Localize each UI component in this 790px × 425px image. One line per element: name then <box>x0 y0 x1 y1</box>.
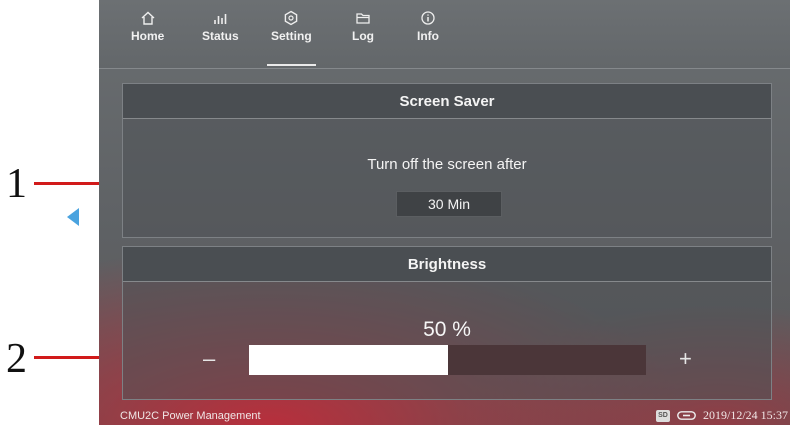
brightness-increase-button[interactable]: + <box>679 348 692 370</box>
connection-link-icon <box>677 411 696 420</box>
screen-saver-prompt: Turn off the screen after <box>367 156 527 173</box>
screen-saver-title: Screen Saver <box>123 84 771 119</box>
screen-saver-timeout-select[interactable]: 30 Min <box>396 191 502 217</box>
tab-setting-label: Setting <box>271 29 312 43</box>
brightness-panel: Brightness 50 % – + <box>122 246 772 400</box>
brightness-title: Brightness <box>123 247 771 282</box>
device-screen: Home Status Setting Log Info Screen Save… <box>99 0 790 425</box>
tab-home[interactable]: Home <box>131 10 164 60</box>
brightness-percent: 50 % <box>423 318 471 341</box>
tab-log-label: Log <box>352 29 374 43</box>
date-time: 2019/12/24 15:37 <box>702 408 788 422</box>
tab-status[interactable]: Status <box>202 10 239 60</box>
home-icon <box>141 11 155 25</box>
brightness-slider[interactable] <box>249 345 646 375</box>
info-icon <box>421 11 435 25</box>
screen-saver-panel: Screen Saver Turn off the screen after 3… <box>122 83 772 238</box>
tab-info[interactable]: Info <box>417 10 439 60</box>
sd-card-icon: SD <box>655 409 670 422</box>
previous-page-arrow-icon[interactable] <box>67 208 79 226</box>
tab-status-label: Status <box>202 29 239 43</box>
active-tab-indicator <box>267 64 316 66</box>
gear-icon <box>285 10 298 26</box>
callout-number-2: 2 <box>6 336 27 382</box>
tab-home-label: Home <box>131 29 165 43</box>
tab-setting[interactable]: Setting <box>267 10 316 66</box>
top-navigation: Home Status Setting Log Info <box>99 0 790 69</box>
status-indicators: SD 2019/12/24 15:37 <box>655 408 788 423</box>
callout-number-1: 1 <box>6 161 27 207</box>
tab-log[interactable]: Log <box>352 10 374 60</box>
status-bar: CMU2C Power Management SD 2019/12/24 15:… <box>99 403 790 425</box>
status-bars-icon <box>214 14 227 24</box>
folder-icon <box>356 13 370 24</box>
tab-info-label: Info <box>417 29 439 43</box>
app-name: CMU2C Power Management <box>120 410 261 422</box>
brightness-slider-fill <box>249 345 448 375</box>
brightness-decrease-button[interactable]: – <box>203 348 215 370</box>
